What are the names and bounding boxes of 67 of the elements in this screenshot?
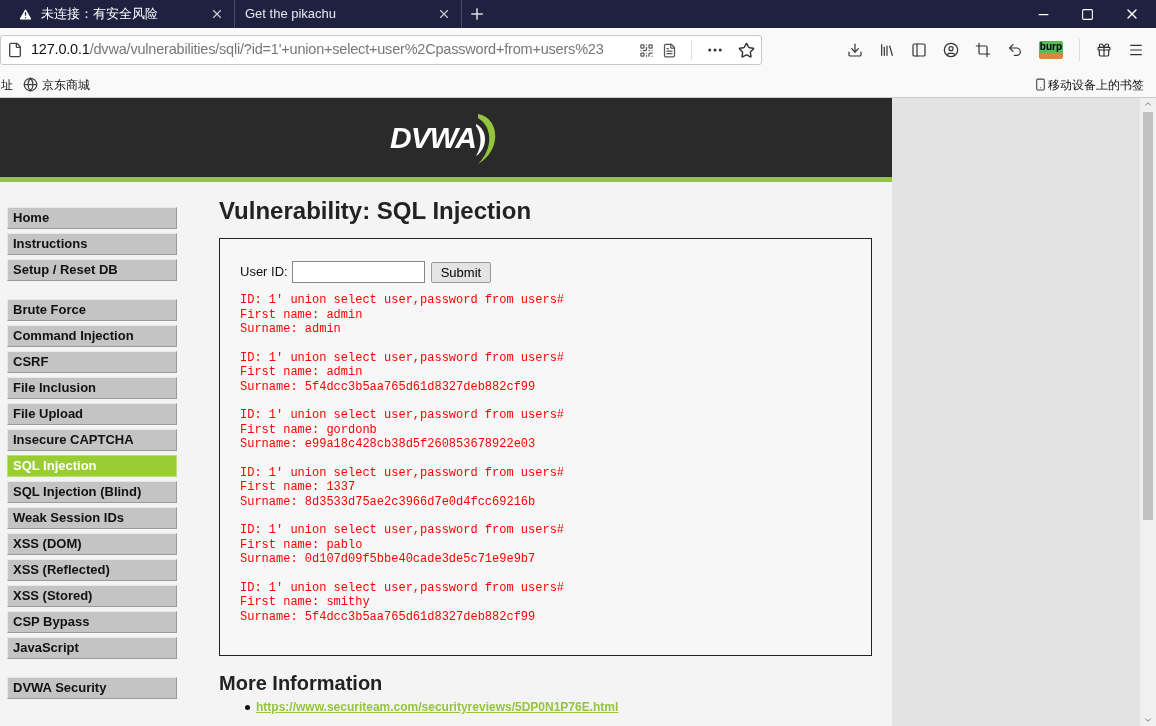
result-line: ID: 1' union select user,password from users# <box>240 408 566 423</box>
menu-item[interactable]: CSP Bypass <box>7 611 177 633</box>
address-bar[interactable]: 127.0.0.1/dvwa/vulnerabilities/sqli/?id=1'+union+select+user%2Cpassword+from+users%23 <box>0 35 762 65</box>
menu-item[interactable]: JavaScript <box>7 637 177 659</box>
menu-item[interactable]: XSS (DOM) <box>7 533 177 555</box>
result-line: Surname: e99a18c428cb38d5f260853678922e03 <box>240 437 537 452</box>
menu-item[interactable]: Brute Force <box>7 299 177 321</box>
result-line: ID: 1' union select user,password from users# <box>240 580 566 595</box>
page-title: Vulnerability: SQL Injection <box>219 196 533 226</box>
gift-icon[interactable] <box>1096 42 1112 58</box>
result-line: Surname: 5f4dcc3b5aa765d61d8327deb882cf99 <box>240 379 537 394</box>
menu-item[interactable]: Weak Session IDs <box>7 507 177 529</box>
new-tab-icon[interactable] <box>468 5 486 23</box>
maximize-icon[interactable] <box>1081 7 1094 21</box>
extension-badge[interactable]: burp <box>1038 41 1063 59</box>
submit-button[interactable]: Submit <box>430 261 492 283</box>
menu-item[interactable]: File Inclusion <box>7 377 177 399</box>
result-line: ID: 1' union select user,password from users# <box>240 523 566 538</box>
tab-title: Get the pikachu <box>245 5 338 24</box>
menu-item[interactable]: DVWA Security <box>7 677 177 699</box>
menu-item[interactable]: Setup / Reset DB <box>7 259 177 281</box>
dvwa-logo: DVWA <box>390 105 502 170</box>
mobile-bookmarks[interactable]: 移动设备上的书签 <box>1034 75 1144 94</box>
phone-icon <box>1034 77 1047 92</box>
menu-item[interactable]: SQL Injection (Blind) <box>7 481 177 503</box>
menu-item[interactable]: File Upload <box>7 403 177 425</box>
result-line: Surname: 0d107d09f5bbe40cade3de5c71e9e9b7 <box>240 552 537 567</box>
result-line: Surname: admin <box>240 322 342 337</box>
undo-icon[interactable] <box>1006 42 1023 58</box>
section-heading: More Information <box>219 671 384 696</box>
result-line: First name: pablo <box>240 537 364 552</box>
menu-item[interactable]: XSS (Stored) <box>7 585 177 607</box>
result-line: First name: admin <box>240 365 364 380</box>
menu-item[interactable]: Insecure CAPTCHA <box>7 429 177 451</box>
reader-view-icon[interactable] <box>662 42 677 58</box>
menu-item[interactable]: XSS (Reflected) <box>7 559 177 581</box>
account-icon[interactable] <box>942 42 959 58</box>
menu-item[interactable]: Instructions <box>7 233 177 255</box>
result-line: First name: smithy <box>240 595 371 610</box>
tab-title: 未连接：有安全风险 <box>41 5 159 24</box>
field-label: User ID: <box>240 263 288 282</box>
url-text: 127.0.0.1/dvwa/vulnerabilities/sqli/?id=1'+union+select+user%2Cpassword+from+users%23 <box>31 40 605 60</box>
close-icon[interactable] <box>210 7 224 21</box>
result-line: First name: gordonb <box>240 422 378 437</box>
page-icon <box>7 42 23 58</box>
download-icon[interactable] <box>846 42 863 58</box>
result-line: ID: 1' union select user,password from users# <box>240 350 566 365</box>
bookmark-item[interactable]: 京东商城 <box>23 75 90 94</box>
result-line: Surname: 5f4dcc3b5aa765d61d8327deb882cf99 <box>240 609 537 624</box>
result-line: ID: 1' union select user,password from users# <box>240 293 566 308</box>
close-icon[interactable] <box>437 7 451 21</box>
menu-item[interactable]: Home <box>7 207 177 229</box>
menu-item[interactable]: CSRF <box>7 351 177 373</box>
result-line: Surname: 8d3533d75ae2c3966d7e0d4fcc69216b <box>240 494 537 509</box>
qr-code-icon[interactable] <box>639 42 654 58</box>
globe-icon <box>23 77 38 92</box>
result-line: ID: 1' union select user,password from users# <box>240 465 566 480</box>
library-icon[interactable] <box>878 42 895 58</box>
result-line: First name: 1337 <box>240 480 357 495</box>
menu-item[interactable]: Command Injection <box>7 325 177 347</box>
sidebar-icon[interactable] <box>910 42 927 58</box>
crop-icon[interactable] <box>974 42 991 58</box>
star-icon[interactable] <box>738 41 755 59</box>
result-line: First name: admin <box>240 307 364 322</box>
user-id-field[interactable] <box>291 261 425 283</box>
bookmark-item[interactable]: 址 <box>1 75 13 94</box>
menu-icon[interactable] <box>1128 42 1144 58</box>
